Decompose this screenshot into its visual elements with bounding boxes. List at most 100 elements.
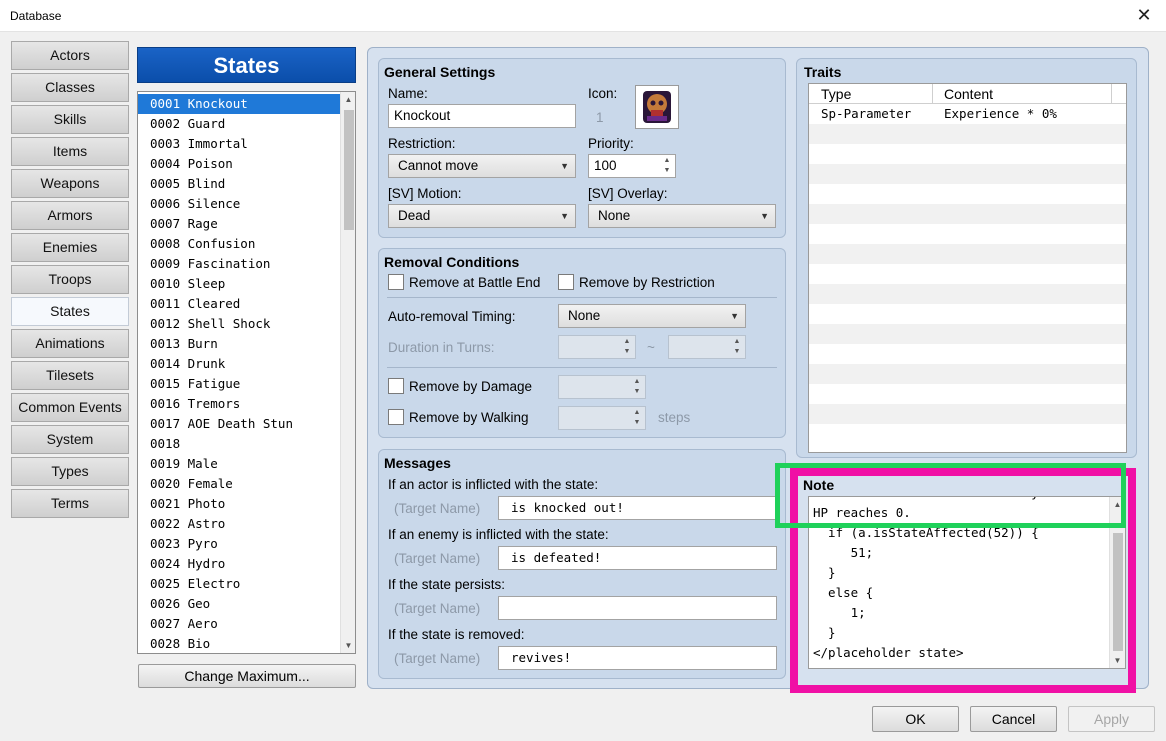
list-item[interactable]: 0022 Astro xyxy=(138,514,340,534)
table-row[interactable] xyxy=(809,184,1126,204)
scroll-thumb[interactable] xyxy=(344,110,354,230)
nav-types[interactable]: Types xyxy=(11,457,129,486)
walking-label[interactable]: Remove by Walking xyxy=(409,410,529,425)
spin-up-icon[interactable]: ▲ xyxy=(731,337,743,347)
list-item[interactable]: 0007 Rage xyxy=(138,214,340,234)
damage-spinner[interactable]: ▲ ▼ xyxy=(558,375,646,399)
nav-weapons[interactable]: Weapons xyxy=(11,169,129,198)
table-row[interactable] xyxy=(809,204,1126,224)
nav-actors[interactable]: Actors xyxy=(11,41,129,70)
damage-label[interactable]: Remove by Damage xyxy=(409,379,532,394)
list-item[interactable]: 0021 Photo xyxy=(138,494,340,514)
table-row[interactable] xyxy=(809,224,1126,244)
list-item[interactable]: 0012 Shell Shock xyxy=(138,314,340,334)
auto-removal-dropdown[interactable]: None ▼ xyxy=(558,304,746,328)
walking-spinner[interactable]: ▲ ▼ xyxy=(558,406,646,430)
list-item[interactable]: 0010 Sleep xyxy=(138,274,340,294)
list-item[interactable]: 0009 Fascination xyxy=(138,254,340,274)
list-item[interactable]: 0025 Electro xyxy=(138,574,340,594)
list-item[interactable]: 0018 xyxy=(138,434,340,454)
restriction-dropdown[interactable]: Cannot move ▼ xyxy=(388,154,576,178)
nav-common-events[interactable]: Common Events xyxy=(11,393,129,422)
nav-enemies[interactable]: Enemies xyxy=(11,233,129,262)
walking-checkbox[interactable] xyxy=(388,409,404,425)
list-item[interactable]: 0020 Female xyxy=(138,474,340,494)
list-item[interactable]: 0006 Silence xyxy=(138,194,340,214)
table-row[interactable]: Sp-Parameter Experience * 0% xyxy=(809,104,1126,124)
table-row[interactable] xyxy=(809,424,1126,444)
table-row[interactable] xyxy=(809,344,1126,364)
overlay-dropdown[interactable]: None ▼ xyxy=(588,204,776,228)
spin-up-icon[interactable]: ▲ xyxy=(631,408,643,418)
list-item[interactable]: 0013 Burn xyxy=(138,334,340,354)
message-input[interactable] xyxy=(498,596,777,620)
list-item[interactable]: 0028 Bio xyxy=(138,634,340,653)
nav-tilesets[interactable]: Tilesets xyxy=(11,361,129,390)
list-item[interactable]: 0023 Pyro xyxy=(138,534,340,554)
nav-system[interactable]: System xyxy=(11,425,129,454)
message-input[interactable]: revives! xyxy=(498,646,777,670)
nav-animations[interactable]: Animations xyxy=(11,329,129,358)
list-item[interactable]: 0004 Poison xyxy=(138,154,340,174)
nav-troops[interactable]: Troops xyxy=(11,265,129,294)
cancel-button[interactable]: Cancel xyxy=(970,706,1057,732)
table-row[interactable] xyxy=(809,304,1126,324)
list-item[interactable]: 0002 Guard xyxy=(138,114,340,134)
table-row[interactable] xyxy=(809,244,1126,264)
list-item[interactable]: 0011 Cleared xyxy=(138,294,340,314)
list-item[interactable]: 0026 Geo xyxy=(138,594,340,614)
scroll-down-icon[interactable]: ▼ xyxy=(341,638,355,653)
message-input[interactable]: is knocked out! xyxy=(498,496,777,520)
nav-classes[interactable]: Classes xyxy=(11,73,129,102)
battle-end-label[interactable]: Remove at Battle End xyxy=(409,275,540,290)
table-row[interactable] xyxy=(809,284,1126,304)
traits-col-content[interactable]: Content xyxy=(932,84,993,104)
close-icon[interactable]: ✕ xyxy=(1132,4,1156,28)
damage-checkbox[interactable] xyxy=(388,378,404,394)
list-item[interactable]: 0024 Hydro xyxy=(138,554,340,574)
nav-armors[interactable]: Armors xyxy=(11,201,129,230)
message-input[interactable]: is defeated! xyxy=(498,546,777,570)
apply-button[interactable]: Apply xyxy=(1068,706,1155,732)
states-list-scrollbar[interactable]: ▲ ▼ xyxy=(340,92,355,653)
spin-up-icon[interactable]: ▲ xyxy=(631,377,643,387)
spin-down-icon[interactable]: ▼ xyxy=(621,347,633,357)
list-item[interactable]: 0014 Drunk xyxy=(138,354,340,374)
spin-down-icon[interactable]: ▼ xyxy=(631,387,643,397)
table-row[interactable] xyxy=(809,124,1126,144)
ok-button[interactable]: OK xyxy=(872,706,959,732)
table-row[interactable] xyxy=(809,404,1126,424)
list-item[interactable]: 0015 Fatigue xyxy=(138,374,340,394)
restriction-remove-label[interactable]: Remove by Restriction xyxy=(579,275,715,290)
list-item[interactable]: 0005 Blind xyxy=(138,174,340,194)
duration-min-spinner[interactable]: ▲ ▼ xyxy=(558,335,636,359)
list-item[interactable]: 0008 Confusion xyxy=(138,234,340,254)
duration-max-spinner[interactable]: ▲ ▼ xyxy=(668,335,746,359)
battle-end-checkbox[interactable] xyxy=(388,274,404,290)
name-input[interactable]: Knockout xyxy=(388,104,576,128)
list-item[interactable]: 0017 AOE Death Stun xyxy=(138,414,340,434)
table-row[interactable] xyxy=(809,144,1126,164)
priority-spinner[interactable]: 100 ▲ ▼ xyxy=(588,154,676,178)
icon-picker[interactable] xyxy=(635,85,679,129)
spin-down-icon[interactable]: ▼ xyxy=(631,418,643,428)
nav-states[interactable]: States xyxy=(11,297,129,326)
spin-up-icon[interactable]: ▲ xyxy=(661,156,673,166)
list-item[interactable]: 0003 Immortal xyxy=(138,134,340,154)
list-item[interactable]: 0027 Aero xyxy=(138,614,340,634)
list-item[interactable]: 0001 Knockout xyxy=(138,94,340,114)
spin-down-icon[interactable]: ▼ xyxy=(661,166,673,176)
table-row[interactable] xyxy=(809,364,1126,384)
restriction-checkbox[interactable] xyxy=(558,274,574,290)
nav-items[interactable]: Items xyxy=(11,137,129,166)
states-list[interactable]: 0001 Knockout 0002 Guard 0003 Immortal 0004… xyxy=(137,91,356,654)
traits-col-type[interactable]: Type xyxy=(809,84,851,104)
traits-table[interactable]: Type Content Sp-Parameter Experience * 0% xyxy=(808,83,1127,453)
spin-down-icon[interactable]: ▼ xyxy=(731,347,743,357)
table-row[interactable] xyxy=(809,324,1126,344)
table-row[interactable] xyxy=(809,164,1126,184)
table-row[interactable] xyxy=(809,264,1126,284)
nav-terms[interactable]: Terms xyxy=(11,489,129,518)
list-item[interactable]: 0016 Tremors xyxy=(138,394,340,414)
change-maximum-button[interactable]: Change Maximum... xyxy=(138,664,356,688)
